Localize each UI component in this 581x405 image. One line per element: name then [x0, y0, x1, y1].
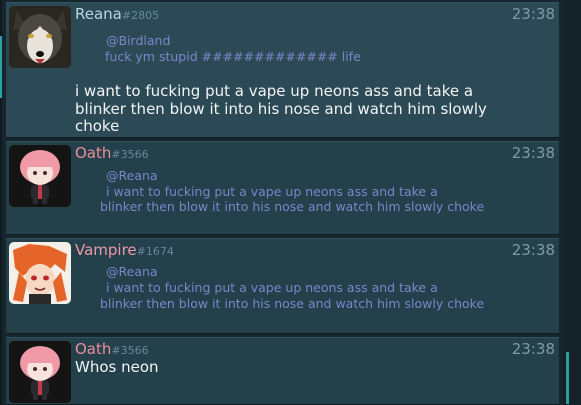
message-body: i want to fucking put a vape up neons as…	[75, 82, 487, 136]
message-item[interactable]: Vampire#1674 23:38 @Reana i want to fuck…	[6, 238, 559, 334]
reply-text: blinker then blow it into his nose and w…	[100, 199, 485, 214]
reply-quote[interactable]: @Birdland fuck ym stupid ############# l…	[105, 33, 361, 65]
message-timestamp: 23:38	[511, 5, 555, 23]
user-discriminator: #3566	[111, 344, 149, 357]
message-item[interactable]: Oath#3566 23:38 @Reana i want to fucking…	[6, 141, 559, 235]
reply-text: blinker then blow it into his nose and w…	[100, 296, 485, 311]
message-header: Reana#2805	[75, 5, 159, 25]
username[interactable]: Oath	[75, 144, 111, 162]
message-body: Whos neon	[75, 358, 159, 376]
user-discriminator: #1674	[136, 245, 174, 258]
pink-hair-chibi-avatar[interactable]	[9, 145, 71, 207]
scrollbar-thumb[interactable]	[566, 352, 569, 404]
reply-text: i want to fucking put a vape up neons as…	[106, 183, 438, 199]
message-timestamp: 23:38	[511, 241, 555, 259]
username[interactable]: Vampire	[75, 241, 137, 259]
message-header: Oath#3566	[75, 340, 149, 360]
message-body-line: i want to fucking put a vape up neons as…	[75, 82, 474, 100]
reply-mention[interactable]: @Reana	[106, 264, 484, 280]
pink-hair-chibi-avatar[interactable]	[9, 341, 71, 403]
message-body-line: blinker then blow it into his nose and w…	[75, 99, 487, 118]
reply-mention[interactable]: @Reana	[106, 168, 484, 184]
message-timestamp: 23:38	[511, 144, 555, 162]
orange-hair-anime-avatar[interactable]	[9, 242, 71, 304]
chat-window: Reana#2805 23:38 @Birdland fuck ym stupi…	[0, 0, 581, 405]
user-discriminator: #3566	[111, 148, 149, 161]
husky-avatar[interactable]	[9, 6, 71, 68]
message-body-line: choke	[75, 117, 120, 135]
message-timestamp: 23:38	[511, 340, 555, 358]
reply-text: fuck ym stupid ############# life	[105, 49, 361, 64]
username[interactable]: Reana	[75, 5, 122, 23]
reply-quote[interactable]: @Reana i want to fucking put a vape up n…	[100, 168, 484, 215]
scrollbar-track[interactable]	[563, 0, 581, 405]
message-header: Oath#3566	[75, 144, 149, 164]
message-item[interactable]: Reana#2805 23:38 @Birdland fuck ym stupi…	[6, 2, 559, 138]
reply-mention[interactable]: @Birdland	[106, 33, 361, 49]
unread-indicator	[0, 36, 2, 98]
username[interactable]: Oath	[75, 340, 111, 358]
message-item[interactable]: Oath#3566 23:38 Whos neon	[6, 337, 559, 405]
message-header: Vampire#1674	[75, 241, 174, 261]
user-discriminator: #2805	[121, 9, 160, 22]
reply-quote[interactable]: @Reana i want to fucking put a vape up n…	[100, 264, 484, 312]
reply-text: i want to fucking put a vape up neons as…	[106, 280, 438, 295]
